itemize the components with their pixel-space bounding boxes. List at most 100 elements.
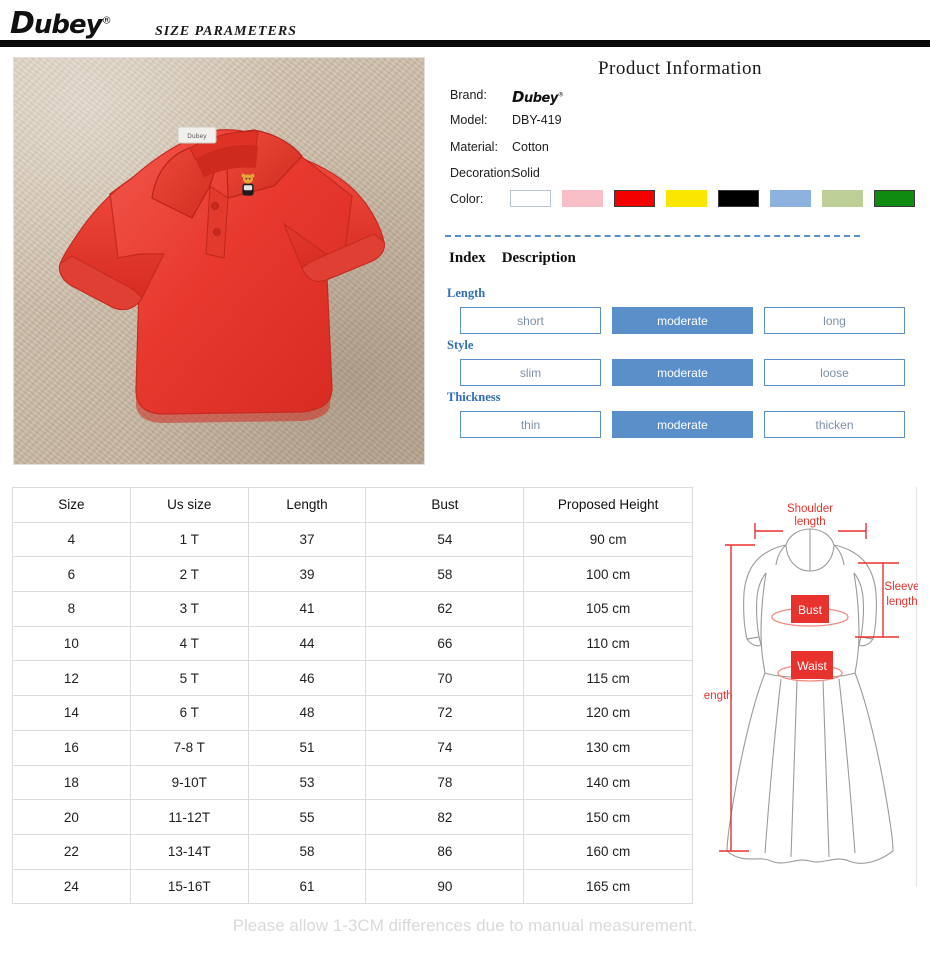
color-swatch-pink[interactable] <box>562 190 603 207</box>
index-group-label-length: Length <box>447 286 486 300</box>
cell-r4-c4: 115 cm <box>523 660 693 697</box>
spec-value-model: DBY-419 <box>512 113 562 127</box>
column-header-0: Size <box>12 487 131 523</box>
cell-r6-c0: 16 <box>12 729 131 766</box>
brand-logo-inline: Dubey® <box>512 88 564 106</box>
cell-r8-c2: 55 <box>247 799 367 835</box>
size-table-body: 41 T 37 54 90 cm 6 2 T 39 58 100 cm 8 3 T 41 62 105 c… <box>12 521 693 905</box>
spec-value-material: Cotton <box>512 140 549 154</box>
spec-value-brand: Dubey® <box>512 88 564 106</box>
product-information-title: Product Information <box>597 58 763 79</box>
polo-shirt-illustration: Dubey <box>58 126 385 423</box>
logo-text: ubey <box>33 10 103 40</box>
brand-logo-text: ubey <box>523 91 558 106</box>
cell-r7-c2: 53 <box>247 764 367 801</box>
section-divider <box>445 235 860 237</box>
cell-r5-c4: 120 cm <box>523 695 693 731</box>
color-swatch-red[interactable] <box>614 190 655 207</box>
table-row: 20 11-12T 55 82 150 cm <box>12 799 693 835</box>
column-header-4: Proposed Height <box>523 487 693 523</box>
cell-r4-c2: 46 <box>247 660 367 697</box>
color-swatch-white[interactable] <box>510 190 551 207</box>
heading-index: Index <box>449 250 486 266</box>
brand-logo-header: Dubey® <box>10 6 112 41</box>
cell-r5-c2: 48 <box>247 695 367 731</box>
cell-r1-c2: 39 <box>247 556 367 593</box>
column-header-1: Us size <box>129 487 249 523</box>
index-group-label-thickness: Thickness <box>447 390 501 404</box>
table-row: 83 T 41 62 105 cm <box>12 591 693 627</box>
cell-r7-c1: 9-10T <box>129 764 249 801</box>
color-swatch-light-green[interactable] <box>822 190 863 207</box>
svg-text:Waist: Waist <box>797 659 827 673</box>
svg-text:length: length <box>886 596 917 608</box>
cell-r4-c1: 5 T <box>129 660 249 697</box>
cell-r10-c0: 24 <box>12 868 131 905</box>
size-table: Size Us size Length Bust Proposed Height 41 … <box>12 487 693 905</box>
cell-r3-c1: 4 T <box>129 625 249 662</box>
spec-label-color: Color: <box>450 192 484 206</box>
cell-r2-c0: 8 <box>12 591 131 627</box>
brand-logo-letter-d: D <box>512 88 524 106</box>
cell-r3-c0: 10 <box>12 625 131 662</box>
color-swatch-light-blue[interactable] <box>770 190 811 207</box>
table-row: 12 5 T 46 70 115 cm <box>12 660 693 697</box>
option-thickness-thicken[interactable]: thicken <box>764 411 905 438</box>
option-length-long[interactable]: long <box>764 307 905 334</box>
table-row: 14 6 T 48 72 120 cm <box>12 695 693 731</box>
cell-r4-c0: 12 <box>12 660 131 697</box>
option-thickness-thin[interactable]: thin <box>460 411 601 438</box>
table-row: 22 13-14T 58 86 160 cm <box>12 833 693 870</box>
color-swatch-black[interactable] <box>718 190 759 207</box>
option-thickness-moderate[interactable]: moderate <box>612 411 753 438</box>
cell-r0-c1: 1 T <box>129 521 249 558</box>
logo-letter-d: D <box>10 6 35 41</box>
svg-text:Shoulder: Shoulder <box>787 503 833 515</box>
option-style-moderate[interactable]: moderate <box>612 359 753 386</box>
svg-text:length: length <box>794 516 825 528</box>
cell-r0-c0: 4 <box>12 521 131 558</box>
cell-r1-c4: 100 cm <box>523 556 693 593</box>
cell-r1-c0: 6 <box>12 556 131 593</box>
cell-r9-c2: 58 <box>247 833 367 870</box>
page-title: SIZE PARAMETERS <box>155 24 297 39</box>
cell-r10-c4: 165 cm <box>523 868 693 905</box>
cell-r10-c1: 15-16T <box>129 868 249 905</box>
svg-text:Length: Length <box>703 690 733 702</box>
cell-r5-c3: 72 <box>365 695 525 731</box>
cell-r1-c1: 2 T <box>129 556 249 593</box>
table-row: 24 15-16T 61 90 165 cm <box>12 868 693 905</box>
cell-r3-c4: 110 cm <box>523 625 693 662</box>
cell-r9-c3: 86 <box>365 833 525 870</box>
cell-r7-c0: 18 <box>12 764 131 801</box>
option-length-short[interactable]: short <box>460 307 601 334</box>
table-row: 62 T 39 58 100 cm <box>12 556 693 593</box>
cell-r6-c2: 51 <box>247 729 367 766</box>
option-style-slim[interactable]: slim <box>460 359 601 386</box>
spec-label-model: Model: <box>450 113 488 127</box>
cell-r6-c4: 130 cm <box>523 729 693 766</box>
index-options-thickness: thin moderate thicken <box>460 411 920 438</box>
table-row: 10 4 T 44 66 110 cm <box>12 625 693 662</box>
cell-r2-c1: 3 T <box>129 591 249 627</box>
registered-trademark-icon: ® <box>101 15 112 27</box>
cell-r9-c1: 13-14T <box>129 833 249 870</box>
svg-text:Sleeve: Sleeve <box>884 581 918 593</box>
cell-r3-c2: 44 <box>247 625 367 662</box>
measurement-disclaimer: Please allow 1-3CM differences due to ma… <box>232 916 698 935</box>
cell-r9-c0: 22 <box>12 833 131 870</box>
header-divider <box>0 40 930 47</box>
cell-r6-c1: 7-8 T <box>129 729 249 766</box>
table-row: 18 9-10T 53 78 140 cm <box>12 764 693 801</box>
color-swatch-yellow[interactable] <box>666 190 707 207</box>
product-photo: Dubey <box>13 57 425 465</box>
cell-r10-c2: 61 <box>247 868 367 905</box>
cell-r6-c3: 74 <box>365 729 525 766</box>
option-style-loose[interactable]: loose <box>764 359 905 386</box>
index-options-style: slim moderate loose <box>460 359 920 386</box>
color-swatch-dark-green[interactable] <box>874 190 915 207</box>
page-header: Dubey® SIZE PARAMETERS <box>0 0 930 48</box>
svg-text:Dubey: Dubey <box>187 133 207 140</box>
cell-r8-c3: 82 <box>365 799 525 835</box>
option-length-moderate[interactable]: moderate <box>612 307 753 334</box>
